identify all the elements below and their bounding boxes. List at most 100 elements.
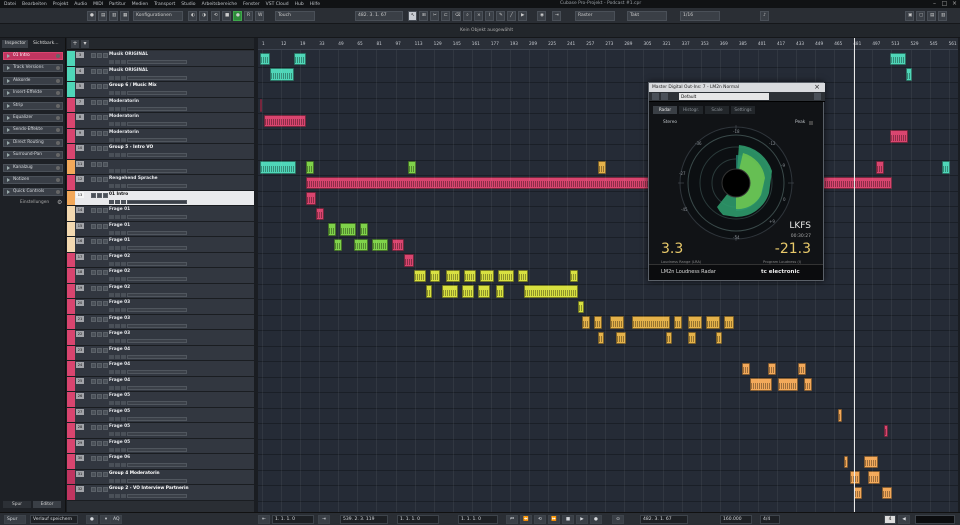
track-row[interactable]: 27 Frage 05 — [67, 407, 254, 423]
audio-event[interactable] — [570, 269, 578, 282]
menu-item-score[interactable]: Partitur — [109, 2, 126, 7]
track-volume-slider[interactable] — [127, 323, 187, 328]
pan-icon[interactable]: ◀ — [898, 515, 910, 524]
track-volume-slider[interactable] — [127, 230, 187, 235]
track-color-strip[interactable] — [67, 299, 75, 314]
record-enable-button[interactable] — [103, 208, 108, 213]
track-color-strip[interactable] — [67, 485, 75, 500]
track-volume-slider[interactable] — [127, 199, 187, 204]
plugin-close-icon[interactable]: × — [814, 83, 820, 92]
audio-event[interactable] — [578, 300, 584, 313]
audio-event[interactable] — [768, 362, 776, 375]
read-button[interactable] — [109, 246, 114, 250]
monitor-button[interactable] — [121, 261, 126, 266]
monitor-button[interactable] — [121, 463, 126, 467]
solo-button[interactable] — [97, 99, 102, 105]
solo-button[interactable] — [97, 115, 102, 120]
record-enable-button[interactable] — [103, 84, 108, 89]
track-volume-slider[interactable] — [127, 494, 187, 498]
record-enable-button[interactable] — [103, 68, 108, 74]
read-automation-button[interactable]: R — [244, 11, 253, 21]
track-color-strip[interactable] — [67, 51, 75, 66]
track-row[interactable]: 14 Frage 01 — [67, 206, 254, 222]
tab-editor[interactable]: Editor — [33, 501, 61, 508]
solo-button[interactable] — [97, 285, 102, 291]
track-name[interactable]: Rengehend Sprache — [109, 176, 158, 181]
inspector-section-10[interactable]: Notizen — [3, 176, 63, 184]
minimize-icon[interactable]: – — [930, 0, 939, 8]
write-button[interactable] — [115, 75, 120, 80]
track-row[interactable]: 23 Frage 04 — [67, 345, 254, 361]
record-enable-button[interactable] — [103, 115, 108, 120]
stop-button[interactable]: ■ — [222, 11, 231, 21]
record-enable-button[interactable] — [103, 332, 108, 337]
solo-button[interactable] — [97, 425, 102, 430]
track-color-strip[interactable] — [67, 330, 75, 345]
track-color-strip[interactable] — [67, 128, 75, 143]
stop-icon[interactable]: ■ — [562, 515, 574, 524]
timeline-ruler[interactable]: 1 12 19 33 49 65 81 97 113 129 145 161 177 193 209 225 2… — [258, 38, 958, 50]
read-button[interactable] — [109, 137, 114, 142]
track-volume-slider[interactable] — [127, 215, 187, 219]
track-color-strip[interactable] — [67, 175, 75, 190]
monitor-button[interactable] — [121, 370, 126, 374]
section-bypass-icon[interactable] — [56, 91, 60, 96]
read-button[interactable] — [109, 308, 114, 312]
track-volume-slider[interactable] — [127, 277, 187, 281]
section-bypass-icon[interactable] — [56, 103, 60, 108]
mute-button[interactable] — [91, 363, 96, 368]
section-bypass-icon[interactable] — [56, 66, 60, 71]
track-name[interactable]: Frage 03 — [109, 300, 130, 305]
read-button[interactable] — [109, 385, 114, 390]
bypass-icon[interactable] — [661, 93, 668, 100]
audio-event[interactable] — [804, 378, 812, 391]
record-enable-button[interactable] — [103, 161, 108, 167]
audio-event[interactable] — [742, 362, 750, 375]
mute-button[interactable] — [91, 301, 96, 306]
track-row[interactable]: 22 Frage 03 — [67, 330, 254, 346]
track-color-strip[interactable] — [67, 190, 75, 205]
monitor-button[interactable] — [121, 354, 126, 359]
monitor-button[interactable] — [121, 199, 126, 204]
automation-mode-menu[interactable]: Touch — [275, 11, 315, 21]
monitor-button[interactable] — [121, 401, 126, 405]
track-volume-slider[interactable] — [127, 106, 187, 111]
maximize-icon[interactable]: □ — [940, 0, 949, 8]
mute-button[interactable] — [91, 53, 96, 58]
section-bypass-icon[interactable] — [56, 140, 60, 145]
audio-event[interactable] — [430, 269, 440, 282]
window-layout-icon[interactable]: ▣ — [905, 11, 914, 21]
read-button[interactable] — [109, 215, 114, 219]
audio-event[interactable] — [598, 331, 604, 344]
tempo-display[interactable]: 160.000 — [720, 515, 752, 524]
show-right-zone-button[interactable]: ▦ — [120, 11, 129, 21]
tab-inspector[interactable]: Inspector — [2, 40, 28, 48]
record-enable-button[interactable] — [103, 223, 108, 229]
forward-icon[interactable]: ⏩ — [548, 515, 560, 524]
track-row[interactable]: 4 Musik ORIGINAL — [67, 66, 254, 82]
gear-icon[interactable]: ⚙ — [57, 199, 62, 206]
range-tool-icon[interactable]: ⊞ — [419, 11, 428, 21]
track-volume-slider[interactable] — [127, 122, 187, 126]
track-row[interactable]: 8 Moderatorin — [67, 113, 254, 129]
track-color-strip[interactable] — [67, 66, 75, 81]
track-name[interactable]: Frage 02 — [109, 269, 130, 274]
track-row[interactable]: 20 Frage 03 — [67, 299, 254, 315]
record-enable-button[interactable] — [103, 53, 108, 58]
audio-event[interactable] — [868, 471, 880, 484]
record-enable-button[interactable] — [103, 285, 108, 291]
track-name[interactable]: Frage 01 — [109, 238, 130, 243]
audio-event[interactable] — [778, 378, 798, 391]
write-button[interactable] — [115, 323, 120, 328]
write-button[interactable] — [115, 91, 120, 95]
glue-tool-icon[interactable]: ⊏ — [441, 11, 450, 21]
write-button[interactable] — [115, 153, 120, 157]
line-tool-icon[interactable]: ╱ — [507, 11, 516, 21]
audio-event[interactable] — [518, 269, 528, 282]
solo-button[interactable] — [97, 84, 102, 89]
tab-settings[interactable]: Settings — [731, 106, 755, 114]
record-enable-button[interactable] — [103, 146, 108, 151]
activate-project-button[interactable]: ● — [87, 11, 96, 21]
read-button[interactable] — [109, 60, 114, 64]
audio-event[interactable] — [464, 269, 476, 282]
